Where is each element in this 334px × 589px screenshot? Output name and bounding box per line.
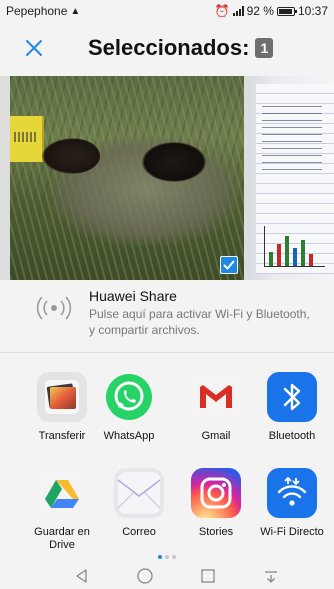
page-dot-active	[158, 555, 162, 559]
bird-shape	[142, 142, 206, 182]
app-label: Gmail	[201, 430, 231, 442]
selection-header: Seleccionados: 1	[0, 22, 334, 76]
drive-icon	[37, 468, 87, 518]
selected-photo[interactable]	[10, 76, 244, 280]
home-circle-icon	[137, 568, 153, 584]
yellow-box	[10, 116, 44, 162]
notifications-button[interactable]	[261, 566, 281, 586]
app-label: Stories	[198, 526, 234, 538]
bluetooth-icon	[267, 372, 317, 422]
huawei-share-title: Huawei Share	[89, 288, 177, 304]
app-label: WhatsApp	[103, 430, 155, 442]
page-dot	[172, 555, 176, 559]
carrier-logo-icon: ▲	[70, 5, 81, 17]
gmail-icon	[191, 372, 241, 422]
transfer-icon	[37, 372, 87, 422]
back-button[interactable]	[72, 566, 92, 586]
bird-shape	[42, 138, 100, 174]
divider	[0, 352, 334, 353]
close-button[interactable]	[22, 36, 46, 60]
selected-count-badge: 1	[255, 38, 274, 58]
notebook-graph	[264, 226, 325, 267]
whatsapp-icon	[104, 372, 154, 422]
carrier-name: Pepephone	[6, 4, 68, 18]
huawei-share-description: Pulse aquí para activar Wi-Fi y Bluetoot…	[89, 307, 310, 337]
share-target-bluetooth[interactable]: Bluetooth	[252, 372, 332, 443]
app-label: Correo	[122, 526, 156, 538]
clock: 10:37	[297, 4, 328, 18]
navigation-bar	[0, 563, 334, 589]
close-icon	[26, 40, 42, 56]
home-button[interactable]	[135, 566, 155, 586]
signal-icon	[232, 6, 244, 16]
wifi-direct-icon	[267, 468, 317, 518]
app-label: Wi-Fi Directo	[260, 526, 324, 538]
recents-square-icon	[201, 569, 215, 583]
share-target-stories[interactable]: Stories	[176, 468, 256, 539]
pull-down-icon	[265, 571, 277, 583]
page-title: Seleccionados:	[88, 35, 250, 60]
unselected-photo[interactable]	[248, 76, 334, 280]
page-dot	[165, 555, 169, 559]
share-target-gmail[interactable]: Gmail	[176, 372, 256, 443]
alarm-icon: ⏰	[214, 4, 230, 18]
page-indicator	[0, 555, 334, 561]
photo-strip[interactable]	[0, 76, 334, 280]
battery-icon	[276, 6, 297, 16]
huawei-share-icon	[36, 296, 72, 320]
share-target-whatsapp[interactable]: WhatsApp	[89, 372, 169, 443]
share-target-wifi-direct[interactable]: Wi-Fi Directo	[252, 468, 332, 539]
app-label: Bluetooth	[268, 430, 316, 442]
recents-button[interactable]	[198, 566, 218, 586]
share-target-drive[interactable]: Guardar en Drive	[22, 468, 102, 552]
huawei-share-row[interactable]: Huawei Share Pulse aquí para activar Wi-…	[0, 280, 334, 352]
mail-icon	[114, 468, 164, 518]
instagram-icon	[191, 468, 241, 518]
share-target-correo[interactable]: Correo	[99, 468, 179, 539]
battery-percentage: 92 %	[246, 4, 274, 18]
app-label: Guardar en Drive	[34, 526, 90, 551]
checkbox-checked-icon[interactable]	[220, 256, 238, 274]
status-bar: Pepephone ▲ ⏰ 92 % 10:37	[0, 0, 334, 22]
share-targets-grid: Transferir WhatsApp Gmail Bluetooth Guar…	[0, 366, 334, 556]
back-triangle-icon	[76, 569, 87, 583]
